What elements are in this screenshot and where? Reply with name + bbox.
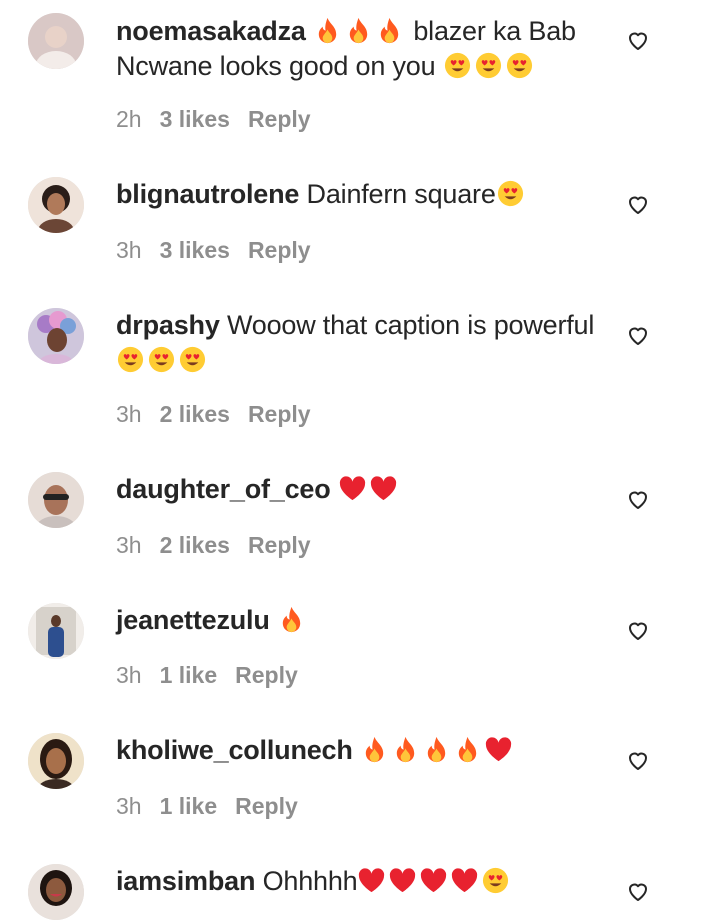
- avatar[interactable]: [28, 733, 84, 789]
- like-heart-icon[interactable]: [626, 323, 650, 347]
- comment-time: 3h: [116, 532, 142, 558]
- reply-button[interactable]: Reply: [248, 106, 311, 132]
- comment-meta: 3h 2 likes Reply: [116, 401, 329, 428]
- reply-button[interactable]: Reply: [235, 793, 298, 819]
- avatar[interactable]: [28, 308, 84, 364]
- comment-text: jeanettezulu: [116, 603, 606, 638]
- comment-username[interactable]: blignautrolene: [116, 179, 299, 209]
- comment-text: noemasakadza blazer ka Bab Ncwane looks …: [116, 14, 606, 84]
- heart-eyes-emoji-icon: [179, 346, 206, 373]
- fire-emoji-icon: [349, 17, 368, 44]
- comment-username[interactable]: drpashy: [116, 310, 220, 340]
- fire-emoji-icon: [380, 17, 399, 44]
- comment-username[interactable]: noemasakadza: [116, 16, 306, 46]
- heart-eyes-emoji-icon: [444, 52, 470, 79]
- avatar[interactable]: [28, 603, 84, 659]
- like-heart-icon[interactable]: [626, 192, 650, 216]
- reply-button[interactable]: Reply: [248, 532, 311, 558]
- emoji-group: [443, 51, 536, 81]
- red-heart-emoji-icon: [421, 868, 447, 893]
- like-heart-icon[interactable]: [626, 879, 650, 903]
- red-heart-emoji-icon: [390, 868, 416, 893]
- comment-likes[interactable]: 1 like: [160, 662, 218, 688]
- reply-button[interactable]: Reply: [248, 237, 311, 263]
- fire-emoji-icon: [458, 736, 477, 763]
- comment-username[interactable]: iamsimban: [116, 866, 255, 896]
- comment-meta: 2h 3 likes Reply: [116, 106, 329, 133]
- avatar[interactable]: [28, 472, 84, 528]
- fire-emoji-icon: [396, 736, 415, 763]
- fire-emoji-icon: [427, 736, 446, 763]
- comment-text: blignautrolene Dainfern square: [116, 177, 606, 212]
- comment-text: iamsimban Ohhhhh: [116, 864, 606, 899]
- comment-body: Dainfern square: [306, 179, 496, 209]
- comment-time: 3h: [116, 237, 142, 263]
- comment-text: drpashy Wooow that caption is powerful: [116, 308, 606, 378]
- comment-meta: 3h 3 likes Reply: [116, 237, 329, 264]
- red-heart-emoji-icon: [339, 476, 365, 501]
- heart-eyes-emoji-icon: [506, 52, 532, 79]
- comment-likes[interactable]: 2 likes: [160, 401, 230, 427]
- comment-likes[interactable]: 3 likes: [160, 237, 230, 263]
- heart-eyes-emoji-icon: [148, 346, 175, 373]
- red-heart-emoji-icon: [485, 737, 512, 762]
- heart-eyes-emoji-icon: [117, 346, 144, 373]
- comment-likes[interactable]: 3 likes: [160, 106, 230, 132]
- like-heart-icon[interactable]: [626, 487, 650, 511]
- comment-text: daughter_of_ceo: [116, 472, 606, 507]
- emoji-group: [338, 474, 400, 504]
- heart-eyes-emoji-icon: [497, 180, 523, 207]
- comment-time: 2h: [116, 106, 142, 132]
- comment-username[interactable]: jeanettezulu: [116, 605, 270, 635]
- emoji-group: [313, 16, 413, 46]
- heart-eyes-emoji-icon: [483, 867, 509, 894]
- comment-body: Wooow that caption is powerful: [226, 310, 595, 340]
- emoji-group: [116, 345, 209, 375]
- comment-meta: 3h 2 likes Reply: [116, 532, 329, 559]
- like-heart-icon[interactable]: [626, 748, 650, 772]
- emoji-group: [360, 735, 515, 765]
- avatar[interactable]: [28, 13, 84, 69]
- comment-likes[interactable]: 2 likes: [160, 532, 230, 558]
- reply-button[interactable]: Reply: [235, 662, 298, 688]
- avatar[interactable]: [28, 864, 84, 920]
- comment-time: 3h: [116, 793, 142, 819]
- heart-eyes-emoji-icon: [475, 52, 501, 79]
- red-heart-emoji-icon: [370, 476, 396, 501]
- comment-meta: 3h 1 like Reply: [116, 662, 316, 689]
- comment-text: kholiwe_collunech: [116, 733, 606, 768]
- comment-username[interactable]: daughter_of_ceo: [116, 474, 331, 504]
- comment-body: Ohhhhh: [262, 866, 358, 896]
- avatar[interactable]: [28, 177, 84, 233]
- comment-username[interactable]: kholiwe_collunech: [116, 735, 353, 765]
- comment-meta: 3h 1 like Reply: [116, 793, 316, 820]
- red-heart-emoji-icon: [359, 868, 385, 893]
- red-heart-emoji-icon: [452, 868, 478, 893]
- emoji-group: [357, 866, 512, 896]
- fire-emoji-icon: [365, 736, 384, 763]
- fire-emoji-icon: [318, 17, 337, 44]
- comment-time: 3h: [116, 401, 142, 427]
- reply-button[interactable]: Reply: [248, 401, 311, 427]
- comment-time: 3h: [116, 662, 142, 688]
- like-heart-icon[interactable]: [626, 28, 650, 52]
- fire-emoji-icon: [282, 606, 301, 633]
- like-heart-icon[interactable]: [626, 618, 650, 642]
- comment-likes[interactable]: 1 like: [160, 793, 218, 819]
